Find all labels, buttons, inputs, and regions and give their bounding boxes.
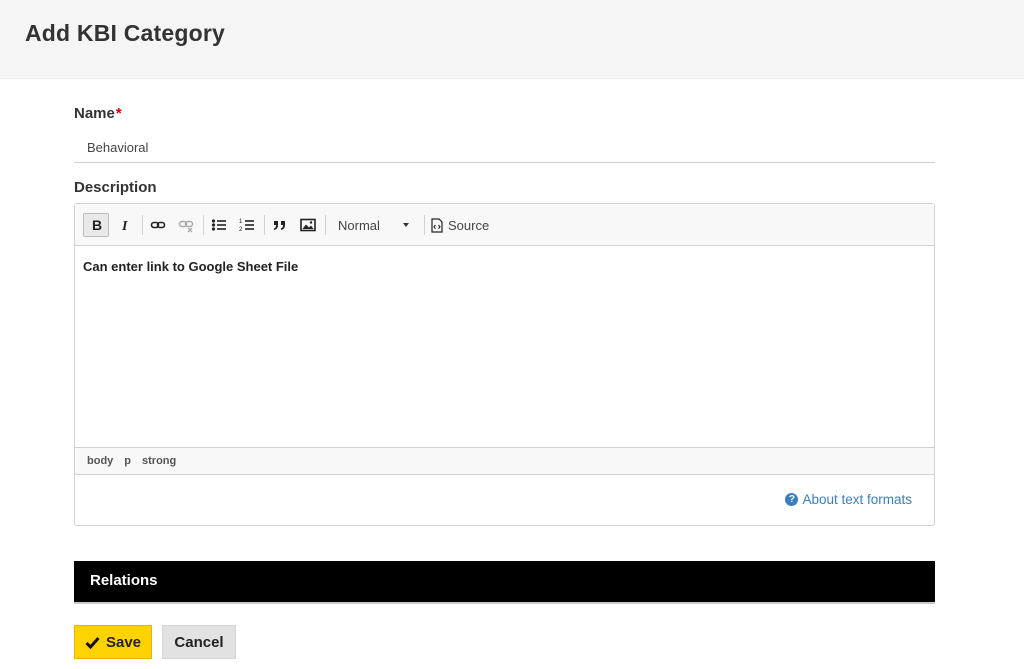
unlink-icon — [178, 220, 194, 233]
image-button[interactable] — [295, 213, 321, 237]
about-text-formats-link[interactable]: ? About text formats — [785, 492, 912, 507]
format-dropdown[interactable]: Normal — [331, 213, 419, 237]
description-label: Description — [74, 179, 157, 196]
page-title: Add KBI Category — [25, 20, 225, 46]
italic-button[interactable]: I — [112, 213, 138, 237]
chevron-down-icon — [403, 223, 409, 227]
relations-title: Relations — [90, 572, 158, 589]
format-dropdown-value: Normal — [338, 217, 380, 233]
svg-text:1: 1 — [239, 219, 243, 225]
cancel-button[interactable]: Cancel — [162, 625, 236, 659]
source-icon — [431, 217, 443, 233]
save-label: Save — [105, 633, 142, 651]
svg-text:2: 2 — [239, 227, 243, 233]
numbered-list-icon: 12 — [239, 219, 254, 233]
italic-icon: I — [121, 219, 128, 232]
svg-text:I: I — [121, 219, 128, 232]
toolbar-separator — [325, 215, 326, 235]
bulleted-list-button[interactable] — [206, 213, 232, 237]
bold-icon: B — [92, 218, 102, 232]
relations-section[interactable]: Relations — [74, 561, 935, 604]
quote-icon — [274, 221, 285, 230]
path-item-body[interactable]: body — [87, 455, 113, 467]
save-button[interactable]: Save — [74, 625, 152, 659]
link-icon — [150, 221, 166, 229]
bulleted-list-icon — [211, 219, 226, 231]
about-text-formats-label: About text formats — [802, 492, 912, 507]
svg-text:B: B — [92, 218, 102, 232]
path-item-strong[interactable]: strong — [142, 455, 176, 467]
help-icon: ? — [785, 493, 799, 506]
element-path-bar: body p strong — [75, 447, 934, 475]
page-header: Add KBI Category — [0, 0, 1024, 79]
source-button[interactable]: Source — [431, 213, 489, 237]
toolbar-separator — [264, 215, 265, 235]
source-label: Source — [448, 217, 490, 233]
unlink-button[interactable] — [173, 213, 199, 237]
required-marker: * — [115, 105, 122, 122]
check-icon — [85, 636, 100, 649]
editor-toolbar: B I 12 Normal Source — [75, 204, 934, 246]
editor-content[interactable]: Can enter link to Google Sheet File — [83, 259, 298, 274]
name-label: Name* — [74, 105, 122, 122]
image-icon — [300, 218, 316, 232]
toolbar-separator — [203, 215, 204, 235]
link-button[interactable] — [145, 213, 171, 237]
path-item-p[interactable]: p — [124, 455, 131, 467]
bold-button[interactable]: B — [83, 213, 109, 237]
toolbar-separator — [142, 215, 143, 235]
numbered-list-button[interactable]: 12 — [234, 213, 260, 237]
name-label-text: Name — [74, 105, 115, 122]
blockquote-button[interactable] — [267, 213, 293, 237]
name-input[interactable] — [74, 133, 935, 163]
description-editor: B I 12 Normal Source Can enter link to G… — [74, 203, 935, 526]
toolbar-separator — [424, 215, 425, 235]
